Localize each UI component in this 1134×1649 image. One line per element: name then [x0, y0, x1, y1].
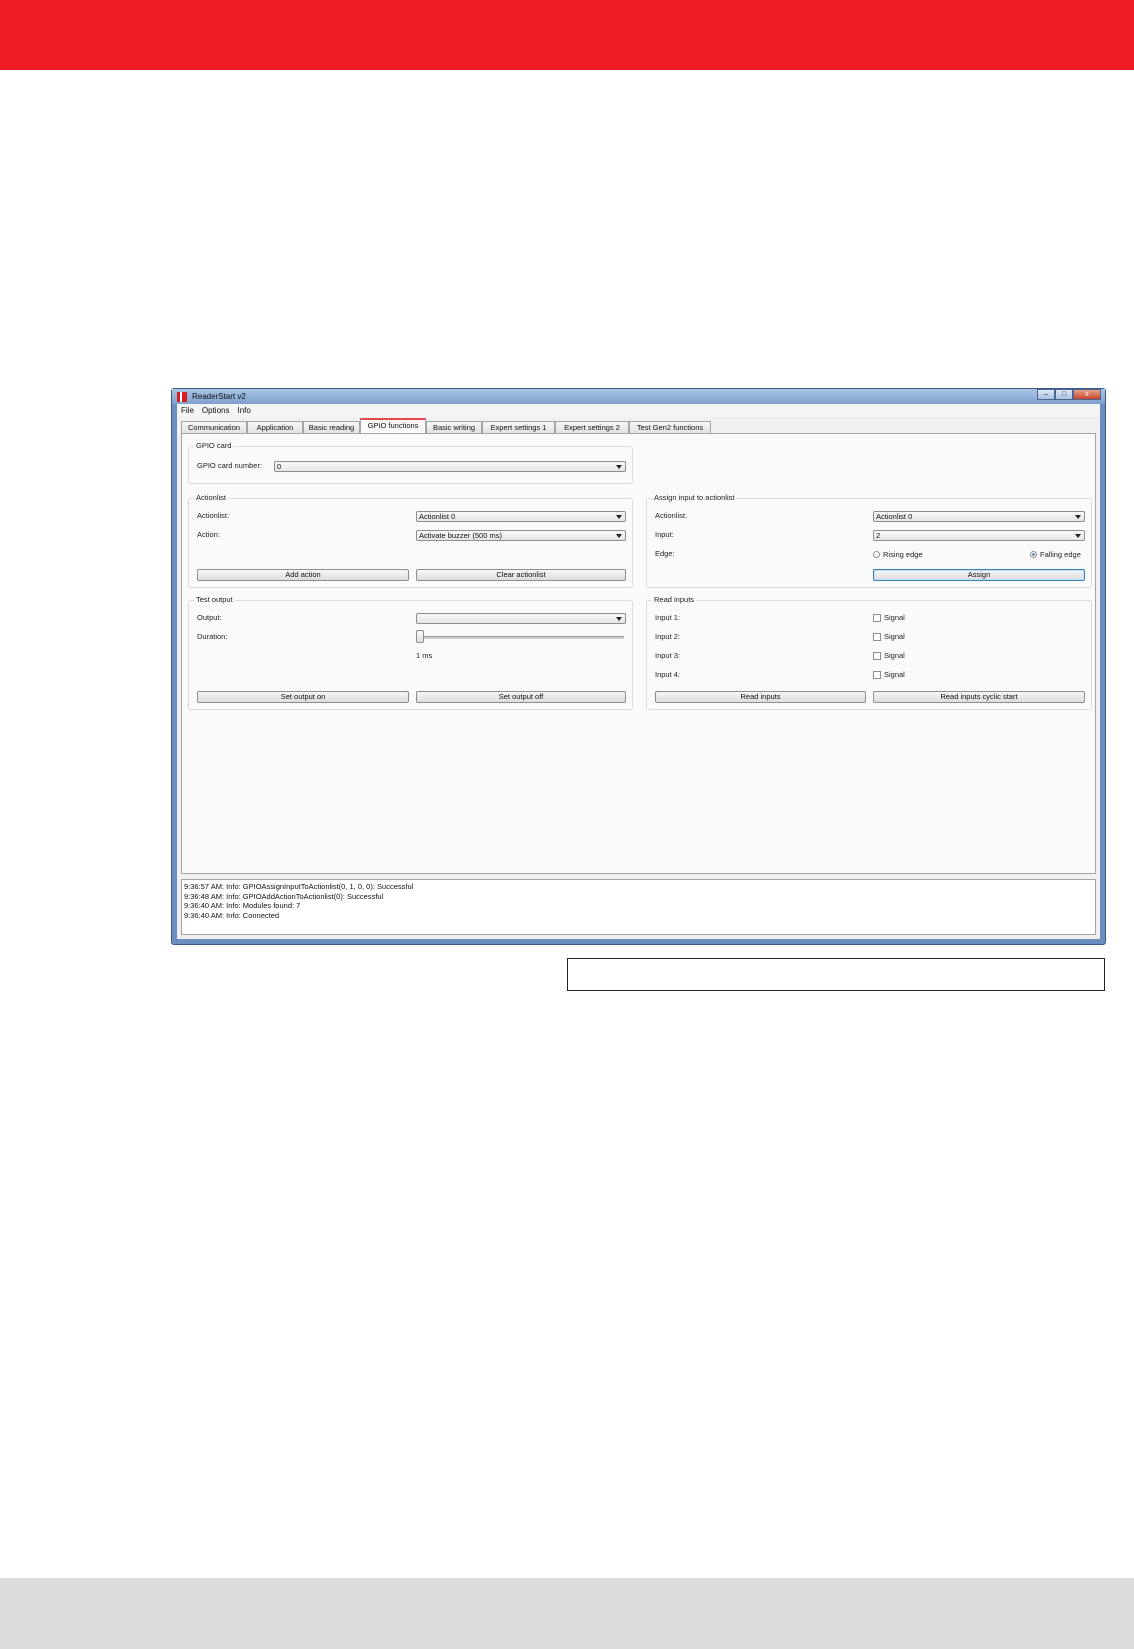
tab-expert-settings-1[interactable]: Expert settings 1 — [482, 421, 555, 433]
input-1-signal-checkbox[interactable] — [873, 614, 881, 622]
header-red-band — [0, 0, 1134, 70]
assign-button[interactable]: Assign — [873, 569, 1085, 581]
actionlist-value: Actionlist 0 — [419, 512, 456, 521]
chevron-down-icon — [616, 534, 622, 538]
log-line: 9:36:40 AM: Info: Modules found: 7 — [184, 901, 301, 910]
tab-basic-writing[interactable]: Basic writing — [426, 421, 482, 433]
gpio-card-group: GPIO card GPIO card number: 0 — [188, 441, 633, 484]
footer-gray-band — [0, 1578, 1134, 1649]
read-inputs-title: Read inputs — [652, 595, 697, 605]
actionlist-combo[interactable]: Actionlist 0 — [416, 511, 626, 522]
minimize-button[interactable]: – — [1037, 389, 1055, 400]
input-4-signal-label: Signal — [884, 670, 905, 679]
input-2-signal-checkbox[interactable] — [873, 633, 881, 641]
test-output-title: Test output — [194, 595, 235, 605]
chevron-down-icon — [616, 465, 622, 469]
tab-expert-settings-2[interactable]: Expert settings 2 — [555, 421, 629, 433]
log-output[interactable]: 9:36:57 AM: Info: GPIOAssignInputToActio… — [181, 879, 1096, 935]
add-action-button[interactable]: Add action — [197, 569, 409, 581]
assign-input-value: 2 — [876, 531, 881, 540]
set-output-off-button[interactable]: Set output off — [416, 691, 626, 703]
input-2-signal-label: Signal — [884, 632, 905, 641]
assign-actionlist-combo[interactable]: Actionlist 0 — [873, 511, 1085, 522]
tab-test-gen2-functions[interactable]: Test Gen2 functions — [629, 421, 711, 433]
chevron-down-icon — [616, 617, 622, 621]
actionlist-title: Actionlist — [194, 493, 229, 503]
rising-edge-label: Rising edge — [883, 550, 923, 559]
clear-actionlist-button[interactable]: Clear actionlist — [416, 569, 626, 581]
assign-input-group: Assign input to actionlist Actionlist: A… — [646, 493, 1092, 588]
gpio-card-number-label: GPIO card number: — [197, 461, 263, 470]
menu-info[interactable]: Info — [237, 406, 250, 415]
chevron-down-icon — [1075, 515, 1081, 519]
read-inputs-group: Read inputs Input 1: Signal Input 2: Sig… — [646, 595, 1092, 710]
tab-communication[interactable]: Communication — [181, 421, 247, 433]
duration-label: Duration: — [197, 632, 228, 641]
input-1-signal-label: Signal — [884, 613, 905, 622]
falling-edge-radio[interactable] — [1030, 551, 1037, 558]
actionlist-label: Actionlist: — [197, 511, 230, 520]
log-line: 9:36:40 AM: Info: Connected — [184, 910, 280, 920]
action-combo[interactable]: Activate buzzer (500 ms) — [416, 530, 626, 541]
menu-bar: File Options Info — [177, 404, 1100, 417]
assign-input-title: Assign input to actionlist — [652, 493, 737, 503]
assign-actionlist-value: Actionlist 0 — [876, 512, 913, 521]
output-label: Output: — [197, 613, 222, 622]
input-4-signal-checkbox[interactable] — [873, 671, 881, 679]
tab-gpio-functions[interactable]: GPIO functions — [360, 418, 426, 433]
action-value: Activate buzzer (500 ms) — [419, 531, 502, 540]
window-client-area: File Options Info Communication Applicatio… — [177, 404, 1100, 939]
input-4-label: Input 4: — [655, 670, 681, 679]
test-output-group: Test output Output: Duration: 1 ms Set o… — [188, 595, 633, 710]
caption-box — [567, 958, 1105, 991]
menu-options[interactable]: Options — [202, 406, 230, 415]
title-bar[interactable]: ReaderStart v2 – □ x — [172, 389, 1105, 404]
duration-slider-track[interactable] — [416, 636, 624, 639]
menu-file[interactable]: File — [181, 406, 194, 415]
input-3-signal-checkbox[interactable] — [873, 652, 881, 660]
tab-application[interactable]: Application — [247, 421, 303, 433]
assign-actionlist-label: Actionlist: — [655, 511, 688, 520]
actionlist-group: Actionlist Actionlist: Actionlist 0 Acti… — [188, 493, 633, 588]
input-2-label: Input 2: — [655, 632, 681, 641]
input-3-signal-label: Signal — [884, 651, 905, 660]
gpio-card-title: GPIO card — [194, 441, 234, 451]
close-button[interactable]: x — [1073, 389, 1101, 400]
gpio-functions-page: GPIO card GPIO card number: 0 Actionlist… — [181, 433, 1096, 874]
log-line: 9:36:57 AM: Info: GPIOAssignInputToActio… — [184, 882, 414, 891]
gpio-card-number-value: 0 — [277, 462, 282, 471]
read-inputs-cyclic-start-button[interactable]: Read inputs cyclic start — [873, 691, 1085, 703]
action-label: Action: — [197, 530, 220, 539]
input-3-label: Input 3: — [655, 651, 681, 660]
app-logo-icon — [177, 392, 187, 402]
application-window: ReaderStart v2 – □ x File Options Info Com… — [171, 388, 1106, 945]
maximize-button[interactable]: □ — [1055, 389, 1073, 400]
read-inputs-button[interactable]: Read inputs — [655, 691, 866, 703]
duration-value: 1 ms — [416, 651, 433, 660]
set-output-on-button[interactable]: Set output on — [197, 691, 409, 703]
assign-input-label: Input: — [655, 530, 674, 539]
gpio-card-number-combo[interactable]: 0 — [274, 461, 626, 472]
log-line: 9:36:48 AM: Info: GPIOAddActionToActionl… — [184, 891, 384, 901]
output-combo[interactable] — [416, 613, 626, 624]
input-1-label: Input 1: — [655, 613, 681, 622]
duration-slider-thumb[interactable] — [416, 630, 424, 643]
chevron-down-icon — [1075, 534, 1081, 538]
window-title: ReaderStart v2 — [192, 392, 246, 401]
chevron-down-icon — [616, 515, 622, 519]
assign-input-combo[interactable]: 2 — [873, 530, 1085, 541]
falling-edge-label: Falling edge — [1040, 550, 1081, 559]
edge-label: Edge: — [655, 549, 675, 558]
tab-strip: Communication Application Basic reading … — [181, 418, 1096, 433]
rising-edge-radio[interactable] — [873, 551, 880, 558]
tab-basic-reading[interactable]: Basic reading — [303, 421, 360, 433]
